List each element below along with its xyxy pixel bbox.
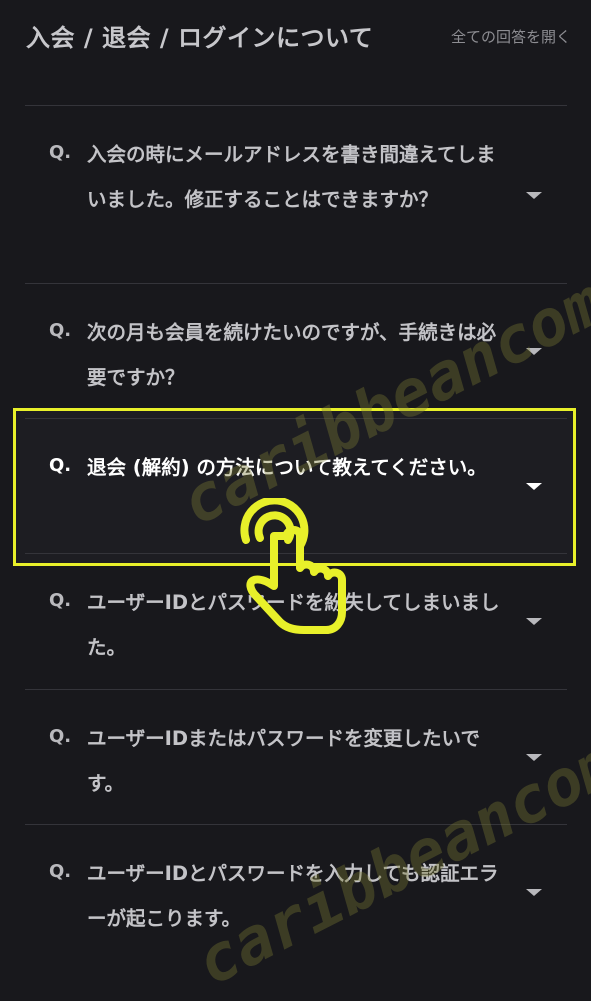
chevron-down-icon [526,483,542,490]
faq-item[interactable]: Q. ユーザーIDまたはパスワードを変更したいです。 [25,689,567,824]
question-mark-label: Q. [49,726,72,747]
section-header: 入会 / 退会 / ログインについて 全ての回答を開く [26,18,571,58]
faq-item[interactable]: Q. 次の月も会員を続けたいのですが、手続きは必要ですか？ [25,283,567,418]
question-text: ユーザーIDとパスワードを入力しても認証エラーが起こります。 [87,862,499,930]
question-mark-label: Q. [49,590,72,611]
question-text: ユーザーIDまたはパスワードを変更したいです。 [87,727,480,795]
question-mark-label: Q. [49,320,72,341]
question-mark-label: Q. [49,455,72,476]
chevron-down-icon [526,192,542,199]
faq-item[interactable]: Q. ユーザーIDとパスワードを紛失してしまいました。 [25,553,567,689]
question-text: ユーザーIDとパスワードを紛失してしまいました。 [87,591,500,659]
chevron-down-icon [526,348,542,355]
chevron-down-icon [526,754,542,761]
faq-item-selected[interactable]: Q. 退会 (解約) の方法について教えてください。 [25,418,567,553]
open-all-answers-link[interactable]: 全ての回答を開く [451,26,571,47]
question-mark-label: Q. [49,142,72,163]
question-text: 入会の時にメールアドレスを書き間違えてしまいました。修正することはできますか？ [87,143,496,211]
faq-item[interactable]: Q. 入会の時にメールアドレスを書き間違えてしまいました。修正することはできます… [25,105,567,283]
question-text: 次の月も会員を続けたいのですが、手続きは必要ですか？ [87,321,497,389]
chevron-down-icon [526,618,542,625]
chevron-down-icon [526,889,542,896]
faq-item[interactable]: Q. ユーザーIDとパスワードを入力しても認証エラーが起こります。 [25,824,567,955]
section-title: 入会 / 退会 / ログインについて [26,24,374,52]
question-text: 退会 (解約) の方法について教えてください。 [87,456,487,479]
faq-list: Q. 入会の時にメールアドレスを書き間違えてしまいました。修正することはできます… [25,105,567,955]
question-mark-label: Q. [49,861,72,882]
